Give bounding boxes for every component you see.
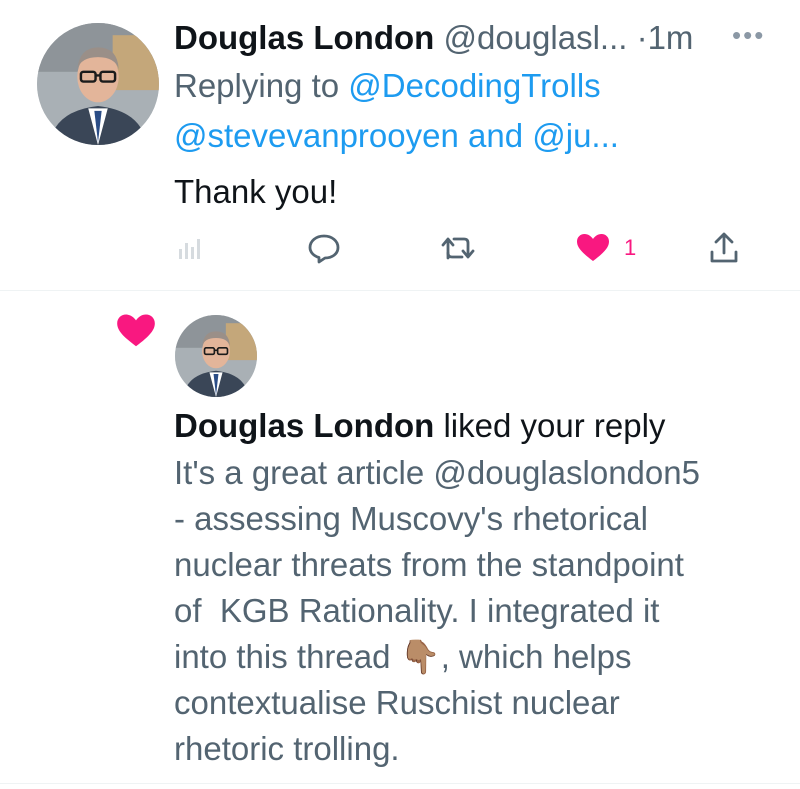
- tweet-actions: 1: [0, 226, 800, 270]
- replying-to: Replying to @DecodingTrolls: [174, 62, 601, 110]
- body-line: It's a great article @douglaslondon5: [174, 454, 700, 491]
- actor-name[interactable]: Douglas London: [174, 407, 434, 444]
- avatar[interactable]: [37, 23, 159, 145]
- author-name[interactable]: Douglas London: [174, 19, 434, 56]
- analytics-button[interactable]: [176, 226, 202, 270]
- analytics-icon: [176, 235, 202, 261]
- like-count: 1: [624, 235, 637, 260]
- divider: [0, 783, 800, 784]
- mention-link[interactable]: @stevevanprooyen: [174, 117, 459, 154]
- tweet-header: Douglas London @douglasl... ·1m: [174, 14, 693, 62]
- retweet-icon: [440, 231, 476, 265]
- replying-to-continued: @stevevanprooyen and @ju...: [174, 112, 619, 160]
- notification-title: Douglas London liked your reply: [174, 403, 665, 449]
- body-line: rhetoric trolling.: [174, 730, 400, 767]
- reply-icon: [307, 231, 341, 265]
- share-icon: [708, 231, 740, 265]
- mention-link[interactable]: @DecodingTrolls: [348, 67, 600, 104]
- heart-icon: [116, 313, 156, 354]
- like-notification[interactable]: Douglas London liked your reply It's a g…: [0, 291, 800, 789]
- reply-button[interactable]: [307, 226, 341, 270]
- tweet[interactable]: Douglas London @douglasl... ·1m ••• Repl…: [0, 0, 800, 290]
- replying-prefix: Replying to: [174, 67, 340, 104]
- body-line: - assessing Muscovy's rhetorical: [174, 500, 648, 537]
- tweet-text: Thank you!: [174, 173, 338, 210]
- action-text: liked your reply: [443, 407, 666, 444]
- replying-and: and: [468, 117, 524, 154]
- more-icon[interactable]: •••: [732, 22, 765, 48]
- body-line: nuclear threats from the standpoint: [174, 546, 684, 583]
- mention-link[interactable]: @ju...: [532, 117, 619, 154]
- body-line: into this thread 👇🏽, which helps: [174, 638, 632, 675]
- avatar[interactable]: [175, 315, 257, 397]
- separator-dot: ·: [636, 19, 648, 56]
- like-button[interactable]: 1: [576, 226, 636, 270]
- heart-icon: [576, 233, 610, 263]
- notification-body: It's a great article @douglaslondon5 - a…: [174, 450, 774, 772]
- avatar-portrait: [37, 23, 159, 145]
- body-line: contextualise Ruschist nuclear: [174, 684, 620, 721]
- share-button[interactable]: [708, 226, 740, 270]
- avatar-portrait: [175, 315, 257, 397]
- body-line: of KGB Rationality. I integrated it: [174, 592, 660, 629]
- author-handle[interactable]: @douglasl...: [443, 19, 627, 56]
- retweet-button[interactable]: [440, 226, 476, 270]
- timestamp[interactable]: 1m: [648, 19, 694, 56]
